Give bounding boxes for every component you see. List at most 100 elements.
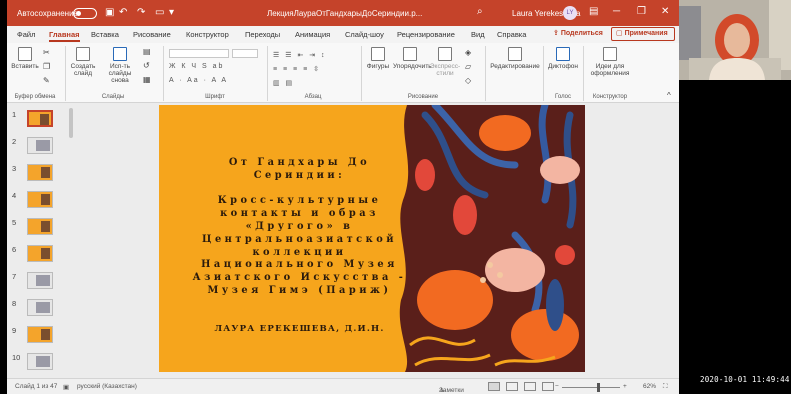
thumbnail-number: 8 [12, 299, 17, 308]
thumbnail-number: 5 [12, 218, 17, 227]
design-ideas-icon [603, 47, 617, 61]
group-separator [267, 46, 268, 101]
minimize-icon[interactable]: ─ [613, 6, 620, 17]
reading-view-button[interactable] [524, 382, 536, 391]
thumbnail-number: 6 [12, 245, 17, 254]
zoom-level[interactable]: 62% [643, 383, 656, 390]
autosave-toggle[interactable] [73, 8, 97, 19]
format-painter-icon[interactable]: ✎ [43, 76, 50, 85]
font-family-select[interactable] [169, 49, 229, 58]
shape-fill-icon[interactable]: ◈ [465, 48, 471, 57]
tab-insert[interactable]: Вставка [91, 30, 119, 39]
tab-file[interactable]: Файл [17, 30, 35, 39]
slide-sorter-button[interactable] [506, 382, 518, 391]
tab-draw[interactable]: Рисование [133, 30, 171, 39]
share-button[interactable]: ⇪ Поделиться [549, 27, 609, 41]
font-color-buttons[interactable]: A · Aa · A A [169, 77, 228, 84]
paste-button[interactable]: Вставить [11, 47, 39, 70]
quick-styles-icon [438, 47, 452, 61]
tab-transitions[interactable]: Переходы [245, 30, 280, 39]
tab-view[interactable]: Вид [471, 30, 485, 39]
group-slides-label: Слайды [101, 94, 125, 100]
zoom-slider[interactable] [562, 387, 620, 388]
align-buttons[interactable]: ≡ ≡ ≡ ≡ ⇳ [273, 65, 321, 73]
fit-slide-icon[interactable]: ⛶ [663, 383, 668, 391]
slideshow-start-icon[interactable]: ▭ [155, 7, 164, 19]
search-icon[interactable]: ⌕ [477, 6, 483, 17]
font-style-buttons[interactable]: Ж К Ч S ab [169, 63, 224, 70]
slide-title[interactable]: От Гандхары До Сериндии: Кросс-культурны… [177, 157, 422, 298]
avatar[interactable]: LY [563, 6, 577, 20]
slide-thumbnail[interactable] [27, 137, 53, 154]
document-title: ЛекцияЛаураОтГандхарыДоСериндии.p... [267, 9, 423, 18]
redo-icon[interactable]: ↷ [137, 7, 145, 19]
slide-thumbnail[interactable] [27, 191, 53, 208]
slide-thumbnail[interactable] [27, 245, 53, 262]
reuse-slides-button[interactable]: Исп-ть слайды снова [103, 47, 137, 84]
tab-animations[interactable]: Анимация [295, 30, 330, 39]
tab-design[interactable]: Конструктор [186, 30, 229, 39]
arrange-button[interactable]: Упорядочить [393, 47, 432, 70]
comments-button[interactable]: ▢ Примечания [611, 27, 675, 41]
status-bar: Слайд 1 из 47 ▣ русский (Казахстан) ≙ За… [7, 378, 679, 394]
slide-thumbnail[interactable] [27, 110, 53, 127]
new-slide-label: Создать слайд [70, 63, 96, 77]
customize-toolbar-icon[interactable]: ▾ [169, 7, 174, 19]
list-buttons[interactable]: ☰ ☰ ⇤ ⇥ ↕ [273, 51, 327, 59]
arrange-icon [403, 47, 417, 61]
maximize-icon[interactable]: ❐ [637, 6, 646, 17]
thumbnail-scrollbar[interactable] [69, 108, 73, 138]
language-indicator[interactable]: русский (Казахстан) [77, 383, 137, 390]
section-icon[interactable]: ▦ [143, 75, 151, 84]
slideshow-view-button[interactable] [542, 382, 554, 391]
group-clipboard-label: Буфер обмена [14, 94, 56, 100]
tab-review[interactable]: Рецензирование [397, 30, 455, 39]
new-slide-button[interactable]: Создать слайд [69, 47, 97, 77]
shape-outline-icon[interactable]: ▱ [465, 62, 471, 71]
decorative-floral-pattern [399, 105, 585, 372]
zoom-out-icon[interactable]: − [555, 383, 559, 390]
slide-thumbnail[interactable] [27, 218, 53, 235]
ribbon-tabs: Файл Главная Вставка Рисование Конструкт… [7, 26, 679, 43]
tab-home[interactable]: Главная [49, 30, 80, 42]
tab-slideshow[interactable]: Слайд-шоу [345, 30, 384, 39]
columns-buttons[interactable]: ▥ ▤ [273, 79, 294, 87]
ribbon-display-icon[interactable]: ▤ [589, 6, 598, 17]
shapes-button[interactable]: Фигуры [365, 47, 391, 70]
quick-styles-button[interactable]: Экспресс-стили [429, 47, 461, 77]
title-bar: Автосохранение ▣ ↶ ↷ ▭ ▾ ЛекцияЛаураОтГа… [7, 0, 679, 26]
design-ideas-button[interactable]: Идеи для оформления [587, 47, 633, 77]
slide-thumbnail[interactable] [27, 272, 53, 289]
slide-thumbnail[interactable] [27, 353, 53, 370]
slide-thumbnail[interactable] [27, 164, 53, 181]
thumbnail-number: 4 [12, 191, 17, 200]
font-size-select[interactable] [232, 49, 258, 58]
reuse-slides-label: Исп-ть слайды снова [108, 63, 132, 84]
cut-icon[interactable]: ✂ [43, 48, 50, 57]
paste-icon [18, 47, 32, 61]
spellcheck-icon[interactable]: ▣ [63, 383, 69, 391]
tab-help[interactable]: Справка [497, 30, 526, 39]
editing-button[interactable]: Редактирование [489, 47, 541, 70]
slide-thumbnail-pane: 1 2 3 4 5 6 7 8 9 10 [7, 104, 73, 378]
shapes-label: Фигуры [366, 63, 390, 70]
close-icon[interactable]: ✕ [661, 6, 669, 17]
reset-icon[interactable]: ↺ [143, 61, 150, 70]
notes-label: Заметки [439, 387, 464, 394]
zoom-slider-thumb[interactable] [596, 383, 600, 392]
slide-author[interactable]: ЛАУРА ЕРЕКЕШЕВА, Д.И.Н. [177, 324, 422, 334]
normal-view-button[interactable] [488, 382, 500, 391]
shape-effects-icon[interactable]: ◇ [465, 76, 471, 85]
dictate-button[interactable]: Диктофон [547, 47, 579, 70]
save-icon[interactable]: ▣ [105, 7, 114, 19]
arrange-label: Упорядочить [393, 63, 432, 70]
slide-canvas[interactable]: От Гандхары До Сериндии: Кросс-культурны… [159, 105, 585, 372]
layout-icon[interactable]: ▤ [143, 47, 151, 56]
zoom-in-icon[interactable]: + [623, 383, 627, 390]
slide-thumbnail[interactable] [27, 299, 53, 316]
copy-icon[interactable]: ❐ [43, 62, 50, 71]
slide-thumbnail[interactable] [27, 326, 53, 343]
collapse-ribbon-icon[interactable]: ^ [667, 91, 671, 100]
undo-icon[interactable]: ↶ [119, 7, 127, 19]
group-separator [583, 46, 584, 101]
